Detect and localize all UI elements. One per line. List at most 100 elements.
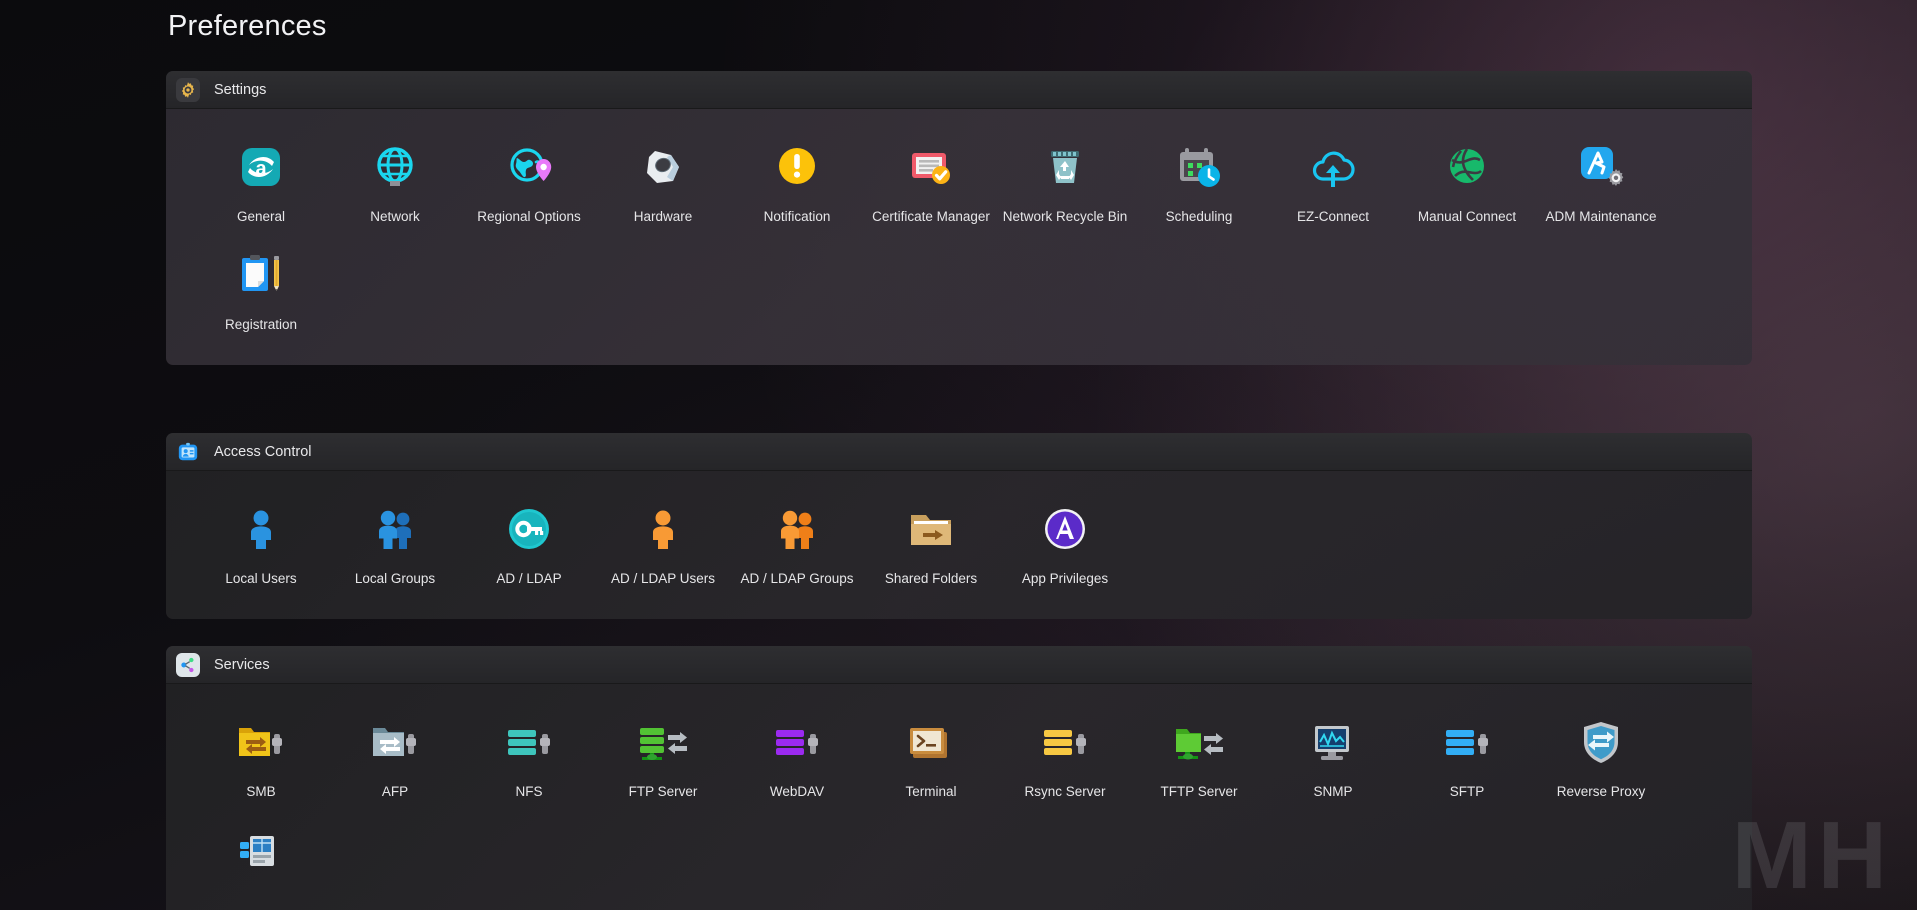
tile-label: General — [236, 209, 286, 224]
tile-web-server[interactable] — [194, 810, 328, 906]
tile-label: Scheduling — [1165, 209, 1233, 224]
tile-label: EZ-Connect — [1296, 209, 1370, 224]
tile-reverse-proxy[interactable]: Reverse Proxy — [1534, 702, 1668, 810]
id-badge-icon — [176, 440, 200, 464]
tile-hardware[interactable]: Hardware — [596, 127, 730, 235]
section-header-settings: Settings — [166, 71, 1752, 109]
people-orange-icon — [769, 501, 825, 557]
tile-tftp-server[interactable]: TFTP Server — [1132, 702, 1266, 810]
people-blue-icon — [367, 501, 423, 557]
tile-registration[interactable]: Registration — [194, 235, 328, 343]
settings-grid: a General Network Regional Options Hardw… — [166, 127, 1752, 343]
tile-ftp-server[interactable]: FTP Server — [596, 702, 730, 810]
tile-rsync-server[interactable]: Rsync Server — [998, 702, 1132, 810]
services-node-icon — [176, 652, 200, 677]
exclamation-circle-icon — [769, 139, 825, 195]
snmp-monitor-icon — [1305, 714, 1361, 770]
smb-folder-icon — [233, 714, 289, 770]
tile-network[interactable]: Network — [328, 127, 462, 235]
tile-label: AD / LDAP Users — [610, 571, 716, 586]
web-server-icon — [233, 826, 289, 882]
svg-text:a: a — [255, 158, 267, 180]
tile-label: FTP Server — [628, 784, 698, 799]
tftp-folder-icon — [1171, 714, 1227, 770]
section-header-services: Services — [166, 646, 1752, 684]
tile-terminal[interactable]: Terminal — [864, 702, 998, 810]
section-body-access-control: Local Users Local Groups AD / LDAP AD / … — [166, 471, 1752, 619]
app-privileges-icon — [1037, 501, 1093, 557]
person-blue-icon — [233, 501, 289, 557]
adm-gear-icon — [1573, 139, 1629, 195]
access-control-grid: Local Users Local Groups AD / LDAP AD / … — [166, 489, 1752, 597]
tile-label: Local Users — [225, 571, 297, 586]
globe-pin-icon — [501, 139, 557, 195]
section-label: Settings — [214, 81, 267, 98]
webdav-server-icon — [769, 714, 825, 770]
tile-label: AD / LDAP — [496, 571, 562, 586]
tile-notification[interactable]: Notification — [730, 127, 864, 235]
tile-ez-connect[interactable]: EZ-Connect — [1266, 127, 1400, 235]
tile-ad-ldap[interactable]: AD / LDAP — [462, 489, 596, 597]
recycle-bin-icon — [1037, 139, 1093, 195]
tile-label: SMB — [246, 784, 276, 799]
tile-network-recycle-bin[interactable]: Network Recycle Bin — [998, 127, 1132, 235]
tile-ad-ldap-users[interactable]: AD / LDAP Users — [596, 489, 730, 597]
tile-label: Registration — [224, 317, 298, 332]
tile-label: Rsync Server — [1024, 784, 1106, 799]
tile-label: Regional Options — [477, 209, 581, 224]
tile-app-privileges[interactable]: App Privileges — [998, 489, 1132, 597]
rsync-server-icon — [1037, 714, 1093, 770]
tile-afp[interactable]: AFP — [328, 702, 462, 810]
tile-label: TFTP Server — [1160, 784, 1238, 799]
tile-webdav[interactable]: WebDAV — [730, 702, 864, 810]
tile-label: SNMP — [1313, 784, 1353, 799]
cloud-upload-icon — [1305, 139, 1361, 195]
person-orange-icon — [635, 501, 691, 557]
tile-label: Notification — [763, 209, 831, 224]
tile-nfs[interactable]: NFS — [462, 702, 596, 810]
afp-folder-icon — [367, 714, 423, 770]
watermark: MH — [1731, 802, 1893, 909]
tile-label: ADM Maintenance — [1545, 209, 1657, 224]
section-settings: Settings a General Network Regional Opti… — [166, 71, 1752, 365]
tile-label: AFP — [381, 784, 409, 799]
tile-label: Local Groups — [354, 571, 436, 586]
tile-manual-connect[interactable]: Manual Connect — [1400, 127, 1534, 235]
tile-shared-folders[interactable]: Shared Folders — [864, 489, 998, 597]
tile-label: Terminal — [905, 784, 957, 799]
page-title: Preferences — [168, 10, 327, 42]
tile-smb[interactable]: SMB — [194, 702, 328, 810]
tile-label: Manual Connect — [1417, 209, 1517, 224]
tile-general[interactable]: a General — [194, 127, 328, 235]
tile-label: Shared Folders — [884, 571, 978, 586]
tile-label: SFTP — [1449, 784, 1485, 799]
nfs-server-icon — [501, 714, 557, 770]
calendar-clock-icon — [1171, 139, 1227, 195]
section-label: Access Control — [214, 443, 312, 460]
globe-icon — [367, 139, 423, 195]
tile-certificate-manager[interactable]: Certificate Manager — [864, 127, 998, 235]
tile-ad-ldap-groups[interactable]: AD / LDAP Groups — [730, 489, 864, 597]
nut-icon — [635, 139, 691, 195]
tile-regional-options[interactable]: Regional Options — [462, 127, 596, 235]
section-services: Services SMB AFP NFS FTP Server WebDAV T… — [166, 646, 1752, 910]
tile-sftp[interactable]: SFTP — [1400, 702, 1534, 810]
tile-label: Hardware — [633, 209, 693, 224]
tile-label: WebDAV — [769, 784, 825, 799]
tile-scheduling[interactable]: Scheduling — [1132, 127, 1266, 235]
tile-label: Network Recycle Bin — [1002, 209, 1128, 224]
section-body-settings: a General Network Regional Options Hardw… — [166, 109, 1752, 365]
tile-adm-maintenance[interactable]: ADM Maintenance — [1534, 127, 1668, 235]
tile-label: Network — [370, 209, 420, 224]
tile-local-users[interactable]: Local Users — [194, 489, 328, 597]
certificate-check-icon — [903, 139, 959, 195]
terminal-icon — [903, 714, 959, 770]
gear-icon — [176, 77, 200, 102]
adm-a-icon: a — [233, 139, 289, 195]
tile-local-groups[interactable]: Local Groups — [328, 489, 462, 597]
preferences-page: Preferences Settings a General Network R… — [0, 0, 1917, 910]
tile-snmp[interactable]: SNMP — [1266, 702, 1400, 810]
services-grid: SMB AFP NFS FTP Server WebDAV Terminal R… — [166, 702, 1752, 906]
key-circle-icon — [501, 501, 557, 557]
reverse-proxy-shield-icon — [1573, 714, 1629, 770]
